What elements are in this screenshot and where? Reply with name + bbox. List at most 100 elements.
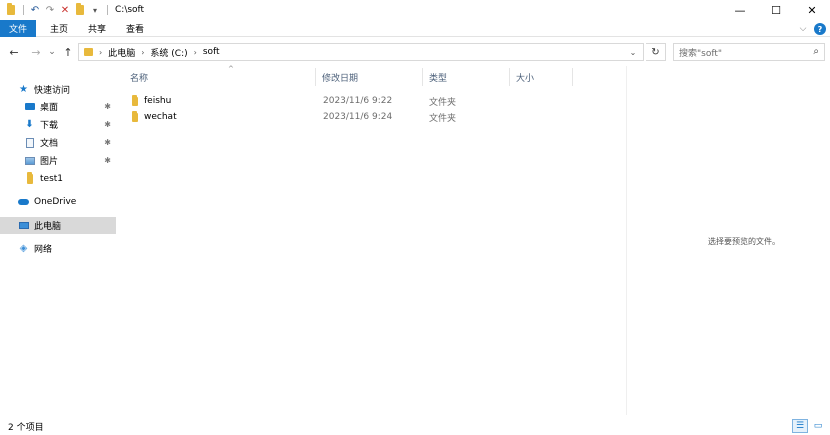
tab-view[interactable]: 查看 xyxy=(116,20,154,37)
table-row[interactable]: feishu 2023/11/6 9:22 文件夹 xyxy=(116,93,626,109)
sidebar-item-label: 此电脑 xyxy=(34,222,62,232)
quick-access-toolbar: ↶ ↷ ✕ ▾ xyxy=(0,0,112,20)
title-bar: ↶ ↷ ✕ ▾ C:\soft — ☐ ✕ xyxy=(0,0,830,20)
file-name-cell[interactable]: feishu xyxy=(132,94,172,106)
sidebar-item-pictures[interactable]: 图片 ✱ xyxy=(0,152,116,169)
file-type: 文件夹 xyxy=(429,97,457,108)
sidebar-item-network[interactable]: ◈ 网络 xyxy=(0,240,116,257)
sidebar-item-onedrive[interactable]: OneDrive xyxy=(0,193,116,210)
folder-icon xyxy=(132,110,138,122)
download-icon: ⬇ xyxy=(25,119,34,130)
tab-share[interactable]: 共享 xyxy=(78,20,116,37)
item-count: 2 个项目 xyxy=(8,423,44,433)
sidebar-item-desktop[interactable]: 桌面 ✱ xyxy=(0,98,116,115)
sidebar-item-label: test1 xyxy=(40,173,64,184)
column-header-date[interactable]: 修改日期 xyxy=(316,66,422,88)
column-header-size[interactable]: 大小 xyxy=(510,66,572,88)
column-header-type[interactable]: 类型 xyxy=(423,66,509,88)
sidebar-item-label: 快速访问 xyxy=(34,86,71,96)
network-icon: ◈ xyxy=(19,243,28,254)
preview-message: 选择要预览的文件。 xyxy=(708,237,780,246)
computer-icon xyxy=(18,220,29,231)
desktop-icon xyxy=(24,101,35,112)
details-view-button[interactable]: ☰ xyxy=(792,419,808,433)
folder-icon xyxy=(132,94,138,106)
sidebar-item-this-pc[interactable]: 此电脑 xyxy=(0,217,116,234)
ribbon-right-controls: ⌵ ? xyxy=(796,22,826,36)
recent-locations-button[interactable]: ⌄ xyxy=(46,44,58,60)
tab-file[interactable]: 文件 xyxy=(0,19,36,37)
search-placeholder: 搜索"soft" xyxy=(679,48,723,59)
refresh-button[interactable]: ↻ xyxy=(646,43,666,61)
sidebar-item-label: 网络 xyxy=(34,245,53,255)
pictures-icon xyxy=(24,155,35,166)
document-icon xyxy=(24,137,35,148)
sidebar-item-downloads[interactable]: ⬇ 下载 ✱ xyxy=(0,116,116,133)
sidebar-item-label: 下载 xyxy=(40,121,59,131)
address-bar[interactable]: › 此电脑 › 系统 (C:) › soft ⌄ xyxy=(78,43,644,61)
maximize-button[interactable]: ☐ xyxy=(758,0,794,20)
pin-icon[interactable]: ✱ xyxy=(104,102,111,111)
file-type: 文件夹 xyxy=(429,113,457,124)
undo-icon[interactable]: ↶ xyxy=(28,3,42,17)
tab-home[interactable]: 主页 xyxy=(36,20,78,37)
toolbar-separator xyxy=(23,5,24,15)
sidebar-item-label: 图片 xyxy=(40,157,59,167)
folder-app-icon xyxy=(4,3,18,17)
customize-toolbar-dropdown-icon[interactable]: ▾ xyxy=(88,3,102,17)
breadcrumb-system-c[interactable]: 系统 (C:) xyxy=(150,46,187,59)
expand-ribbon-icon[interactable]: ⌵ xyxy=(796,22,810,36)
window-controls: — ☐ ✕ xyxy=(722,0,830,20)
column-header-label: 名称 xyxy=(130,73,149,84)
column-header-label: 大小 xyxy=(516,73,535,84)
search-box[interactable]: 搜索"soft" ⌕ xyxy=(673,43,825,61)
new-folder-icon[interactable] xyxy=(73,3,87,17)
address-row: ← → ⌄ ↑ › 此电脑 › 系统 (C:) › soft ⌄ ↻ 搜索"so… xyxy=(0,40,830,64)
breadcrumb-separator[interactable]: › xyxy=(141,48,144,57)
file-name: wechat xyxy=(144,112,177,122)
sidebar-item-label: 文档 xyxy=(40,139,59,149)
forward-button[interactable]: → xyxy=(28,44,44,60)
window-title: C:\soft xyxy=(115,5,145,15)
file-name: feishu xyxy=(144,96,172,106)
file-list: 名称 ^ 修改日期 类型 大小 feishu 2023/11/6 9:22 文件… xyxy=(116,65,626,415)
address-dropdown-icon[interactable]: ⌄ xyxy=(625,44,641,60)
breadcrumb-this-pc[interactable]: 此电脑 xyxy=(108,46,135,59)
breadcrumb-soft[interactable]: soft xyxy=(203,47,220,57)
pin-icon[interactable]: ✱ xyxy=(104,138,111,147)
column-resize-handle[interactable] xyxy=(572,68,573,86)
folder-icon xyxy=(24,171,35,184)
column-header-name[interactable]: 名称 ^ xyxy=(124,65,314,88)
column-header-label: 类型 xyxy=(429,73,448,84)
navigation-pane: ★ 快速访问 桌面 ✱ ⬇ 下载 ✱ 文档 ✱ 图片 ✱ test1 OneDr… xyxy=(0,66,116,415)
delete-icon[interactable]: ✕ xyxy=(58,3,72,17)
star-icon: ★ xyxy=(19,84,28,95)
minimize-button[interactable]: — xyxy=(722,0,758,20)
folder-icon xyxy=(84,48,93,56)
pin-icon[interactable]: ✱ xyxy=(104,120,111,129)
sidebar-item-label: 桌面 xyxy=(40,103,59,113)
preview-pane: 选择要预览的文件。 xyxy=(626,66,830,415)
sidebar-item-test1[interactable]: test1 xyxy=(0,170,116,187)
file-date: 2023/11/6 9:22 xyxy=(323,96,393,106)
search-icon[interactable]: ⌕ xyxy=(813,46,819,57)
redo-icon[interactable]: ↷ xyxy=(43,3,57,17)
ribbon-tabs: 文件 主页 共享 查看 ⌵ ? xyxy=(0,19,830,37)
back-button[interactable]: ← xyxy=(6,44,22,60)
view-switcher: ☰ ▭ xyxy=(790,419,826,433)
table-row[interactable]: wechat 2023/11/6 9:24 文件夹 xyxy=(116,109,626,125)
sidebar-item-quick-access[interactable]: ★ 快速访问 xyxy=(0,81,116,98)
pin-icon[interactable]: ✱ xyxy=(104,156,111,165)
column-header-label: 修改日期 xyxy=(322,73,359,84)
file-name-cell[interactable]: wechat xyxy=(132,110,177,122)
status-bar: 2 个项目 ☰ ▭ xyxy=(0,418,830,435)
breadcrumb-separator[interactable]: › xyxy=(99,48,102,57)
breadcrumb-separator[interactable]: › xyxy=(194,48,197,57)
help-icon[interactable]: ? xyxy=(814,23,826,35)
up-button[interactable]: ↑ xyxy=(61,44,75,60)
large-icons-view-button[interactable]: ▭ xyxy=(810,419,826,433)
close-button[interactable]: ✕ xyxy=(794,0,830,20)
sidebar-item-documents[interactable]: 文档 ✱ xyxy=(0,134,116,151)
cloud-icon xyxy=(18,196,29,207)
file-date: 2023/11/6 9:24 xyxy=(323,112,393,122)
